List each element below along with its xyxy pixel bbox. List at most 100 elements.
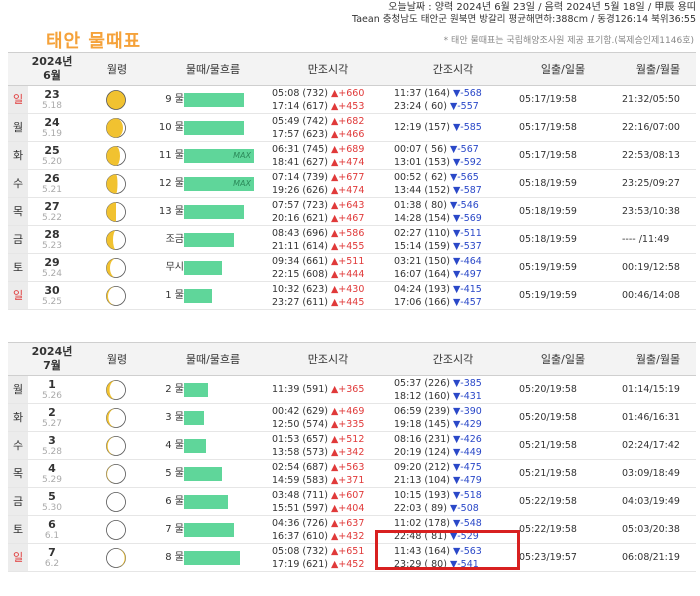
table-row: 일 30 5.25 1 물 10:32 (623) ▲+430 23:27 (611) ▲… xyxy=(8,282,696,310)
table-row: 일 23 5.18 9 물 05:08 (732) ▲+660 17:14 (617) ▲… xyxy=(8,86,696,114)
sunrise-sunset: 05:19/19:59 xyxy=(519,290,577,301)
solar-date: 5 xyxy=(48,490,56,503)
weekday: 월 xyxy=(8,376,28,403)
table-row: 월 24 5.19 10 물 05:49 (742) ▲+682 17:57 (623) … xyxy=(8,114,696,142)
moon-phase-icon xyxy=(105,463,127,485)
low-tide-times: 09:20 (212) ▼-475 21:13 (104) ▼-479 xyxy=(394,462,482,486)
sunrise-sunset: 05:21/19:58 xyxy=(519,440,577,451)
column-header-moonrise: 월출/월몰 xyxy=(635,353,681,366)
sunrise-sunset: 05:19/19:59 xyxy=(519,262,577,273)
tide-flow-bar xyxy=(184,261,222,275)
high-tide-times: 05:08 (732) ▲+660 17:14 (617) ▲+453 xyxy=(272,88,365,112)
high-tide-times: 05:49 (742) ▲+682 17:57 (623) ▲+466 xyxy=(272,116,365,140)
moonrise-moonset: 01:14/15:19 xyxy=(622,384,680,395)
date-cell: 29 5.24 xyxy=(34,256,70,280)
tide-name: 무시 xyxy=(165,262,184,273)
solar-date: 7 xyxy=(48,546,56,559)
low-tide-times: 10:15 (193) ▼-518 22:03 ( 89) ▼-508 xyxy=(394,490,482,514)
table-row: 토 6 6.1 7 물 04:36 (726) ▲+637 16:37 (610) ▲+4… xyxy=(8,516,696,544)
solar-date: 26 xyxy=(44,172,60,185)
low-tide-times: 04:24 (193) ▼-415 17:06 (166) ▼-457 xyxy=(394,284,482,308)
moonrise-moonset: 02:24/17:42 xyxy=(622,440,680,451)
low-tide-times: 05:37 (226) ▼-385 18:12 (160) ▼-431 xyxy=(394,378,482,402)
tide-name: 12 물 xyxy=(158,178,184,189)
highlight-box xyxy=(375,530,520,570)
tide-name: 1 물 xyxy=(165,290,184,301)
solar-date: 4 xyxy=(48,462,56,475)
lunar-date: 5.29 xyxy=(41,475,63,485)
moonrise-moonset: 04:03/19:49 xyxy=(622,496,680,507)
moonrise-moonset: 23:53/10:38 xyxy=(622,206,680,217)
date-cell: 2 5.27 xyxy=(34,406,70,430)
weekday: 금 xyxy=(8,488,28,515)
column-header-low: 간조시각 xyxy=(432,353,474,366)
date-cell: 7 6.2 xyxy=(34,546,70,570)
tide-flow-bar: MAX xyxy=(184,149,254,163)
high-tide-times: 00:42 (629) ▲+469 12:50 (574) ▲+335 xyxy=(272,406,365,430)
weekday: 수 xyxy=(8,432,28,459)
lunar-date: 5.18 xyxy=(41,101,63,111)
table-header: 2024년 6월 월령 물때/물흐름 만조시각 간조시각 일출/일몰 월출/월몰 xyxy=(8,52,696,86)
table-row: 목 27 5.22 13 물 07:57 (723) ▲+643 20:16 (621) … xyxy=(8,198,696,226)
high-tide-times: 01:53 (657) ▲+512 13:58 (573) ▲+342 xyxy=(272,434,365,458)
tide-name: 6 물 xyxy=(165,496,184,507)
moonrise-moonset: ---- /11:49 xyxy=(622,234,670,245)
moon-phase-icon xyxy=(105,117,127,139)
tide-name: 7 물 xyxy=(165,524,184,535)
date-cell: 28 5.23 xyxy=(34,228,70,252)
table-row: 수 3 5.28 4 물 01:53 (657) ▲+512 13:58 (573) ▲+… xyxy=(8,432,696,460)
year-month-label: 2024년 6월 xyxy=(31,55,73,82)
tide-name: 3 물 xyxy=(165,412,184,423)
moonrise-moonset: 21:32/05:50 xyxy=(622,94,680,105)
date-cell: 26 5.21 xyxy=(34,172,70,196)
low-tide-times: 00:52 ( 62) ▼-565 13:44 (152) ▼-587 xyxy=(394,172,482,196)
table-row: 토 29 5.24 무시 09:34 (661) ▲+511 22:15 (608) ▲+… xyxy=(8,254,696,282)
table-row: 금 5 5.30 6 물 03:48 (711) ▲+607 15:51 (597) ▲+… xyxy=(8,488,696,516)
tide-name: 조금 xyxy=(165,234,184,245)
sunrise-sunset: 05:22/19:58 xyxy=(519,496,577,507)
high-tide-times: 05:08 (732) ▲+651 17:19 (621) ▲+452 xyxy=(272,546,365,570)
date-cell: 4 5.29 xyxy=(34,462,70,486)
table-row: 일 7 6.2 8 물 05:08 (732) ▲+651 17:19 (621) ▲+4… xyxy=(8,544,696,572)
moon-phase-icon xyxy=(105,229,127,251)
weekday: 일 xyxy=(8,544,28,571)
solar-date: 28 xyxy=(44,228,60,241)
tide-flow-bar: MAX xyxy=(184,177,254,191)
column-header-tide: 물때/물흐름 xyxy=(185,353,241,366)
solar-date: 29 xyxy=(44,256,60,269)
column-header-moon-phase: 월령 xyxy=(106,353,128,366)
high-tide-times: 04:36 (726) ▲+637 16:37 (610) ▲+432 xyxy=(272,518,365,542)
solar-date: 23 xyxy=(44,88,60,101)
tide-name: 8 물 xyxy=(165,552,184,563)
tide-flow-bar xyxy=(184,205,244,219)
column-header-tide: 물때/물흐름 xyxy=(185,63,241,76)
high-tide-times: 03:48 (711) ▲+607 15:51 (597) ▲+404 xyxy=(272,490,365,514)
weekday: 토 xyxy=(8,254,28,281)
date-cell: 30 5.25 xyxy=(34,284,70,308)
low-tide-times: 12:19 (157) ▼-585 xyxy=(394,122,482,133)
tide-flow-bar xyxy=(184,551,240,565)
sunrise-sunset: 05:23/19:57 xyxy=(519,552,577,563)
column-header-high: 만조시각 xyxy=(307,353,349,366)
tide-flow-bar xyxy=(184,383,208,397)
lunar-date: 5.19 xyxy=(41,129,63,139)
lunar-date: 5.30 xyxy=(41,503,63,513)
lunar-date: 5.28 xyxy=(41,447,63,457)
solar-date: 1 xyxy=(48,378,56,391)
weekday: 일 xyxy=(8,282,28,309)
tide-name: 5 물 xyxy=(165,468,184,479)
lunar-date: 5.26 xyxy=(41,391,63,401)
table-header: 2024년 7월 월령 물때/물흐름 만조시각 간조시각 일출/일몰 월출/월몰 xyxy=(8,342,696,376)
date-cell: 5 5.30 xyxy=(34,490,70,514)
tide-flow-bar xyxy=(184,289,212,303)
lunar-date: 5.22 xyxy=(41,213,63,223)
weekday: 목 xyxy=(8,198,28,225)
tide-flow-bar xyxy=(184,121,244,135)
high-tide-times: 09:34 (661) ▲+511 22:15 (608) ▲+444 xyxy=(272,256,365,280)
tide-flow-bar xyxy=(184,523,234,537)
moonrise-moonset: 03:09/18:49 xyxy=(622,468,680,479)
sunrise-sunset: 05:17/19:58 xyxy=(519,94,577,105)
table-row: 화 25 5.20 11 물 MAX 06:31 (745) ▲+689 18:41 (62… xyxy=(8,142,696,170)
weekday: 목 xyxy=(8,460,28,487)
low-tide-times: 00:07 ( 56) ▼-567 13:01 (153) ▼-592 xyxy=(394,144,482,168)
